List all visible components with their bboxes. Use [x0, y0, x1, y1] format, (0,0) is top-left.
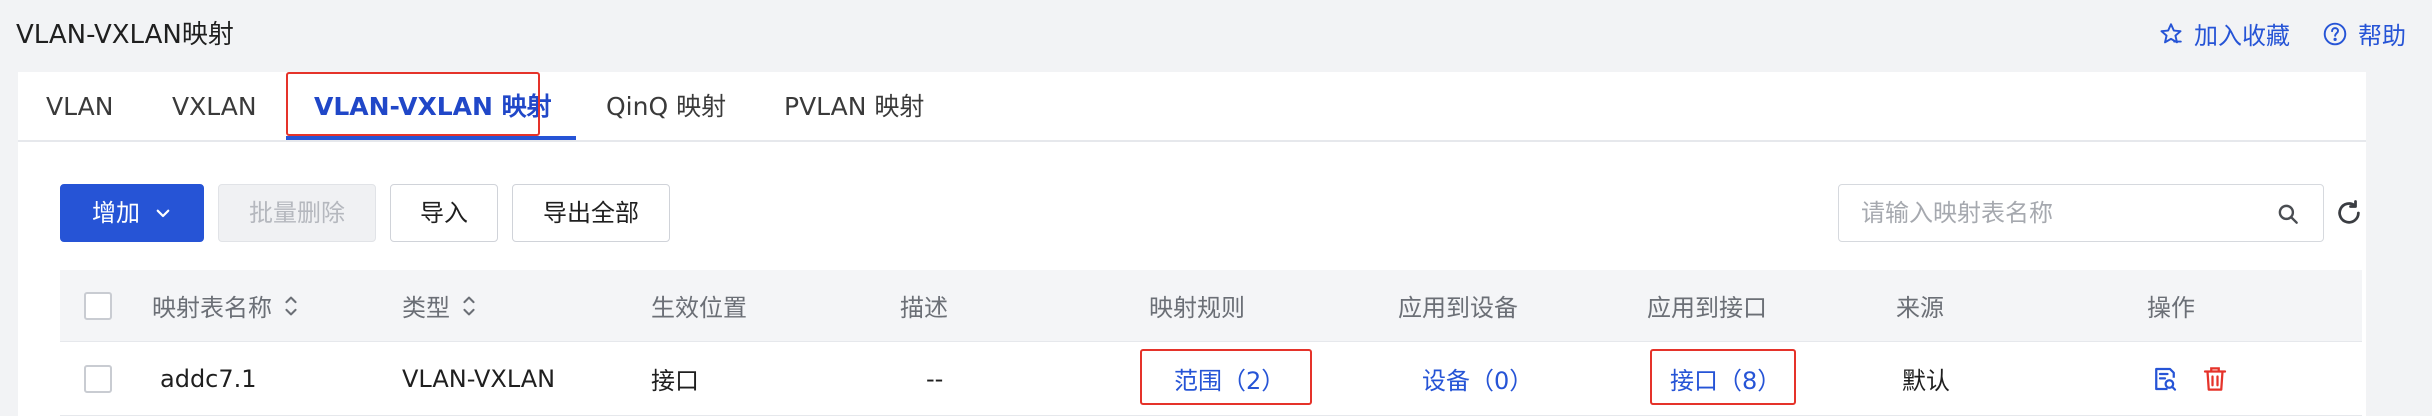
column-header-type-label: 类型 [402, 294, 450, 322]
tab-vlan[interactable]: VLAN [46, 72, 113, 142]
chevron-down-icon [156, 209, 170, 218]
column-header-devices: 应用到设备 [1398, 294, 1518, 322]
sort-icon[interactable] [282, 293, 300, 319]
row-rules-link[interactable]: 范围（2） [1174, 342, 1285, 415]
row-actions [2150, 342, 2230, 415]
page-header: VLAN-VXLAN映射 加入收藏 帮助 [0, 0, 2432, 68]
add-favorite-link[interactable]: 加入收藏 [2158, 16, 2290, 51]
row-name: addc7.1 [160, 364, 257, 393]
view-details-icon[interactable] [2150, 364, 2180, 394]
tab-vxlan[interactable]: VXLAN [172, 72, 257, 142]
row-devices-link[interactable]: 设备（0） [1422, 342, 1533, 415]
header-actions: 加入收藏 帮助 [2158, 16, 2406, 51]
refresh-icon[interactable] [2334, 198, 2364, 228]
content-card: VLAN VXLAN VLAN-VXLAN 映射 QinQ 映射 PVLAN 映… [18, 72, 2366, 416]
column-header-name-label: 映射表名称 [152, 294, 272, 322]
row-location: 接口 [651, 367, 699, 395]
column-header-rules: 映射规则 [1149, 294, 1245, 322]
select-all-cell [84, 270, 112, 341]
add-favorite-label: 加入收藏 [2194, 22, 2290, 50]
search-input[interactable] [1839, 185, 2259, 241]
column-header-location: 生效位置 [651, 294, 747, 322]
column-header-name[interactable]: 映射表名称 [152, 270, 300, 341]
help-link[interactable]: 帮助 [2322, 16, 2406, 51]
batch-delete-button[interactable]: 批量删除 [218, 184, 376, 242]
column-header-actions: 操作 [2147, 294, 2195, 322]
row-source: 默认 [1902, 367, 1950, 395]
toolbar: 增加 批量删除 导入 导出全部 [18, 184, 2366, 242]
tab-pvlan-mapping[interactable]: PVLAN 映射 [784, 72, 924, 142]
column-header-type[interactable]: 类型 [402, 270, 478, 341]
import-button[interactable]: 导入 [390, 184, 498, 242]
star-icon [2160, 22, 2182, 43]
row-checkbox[interactable] [84, 364, 112, 393]
tab-qinq-mapping[interactable]: QinQ 映射 [606, 72, 726, 142]
add-button[interactable]: 增加 [60, 184, 204, 242]
column-header-source: 来源 [1896, 294, 1944, 322]
table-row: addc7.1 VLAN-VXLAN 接口 -- 范围（2） 设备（0） 接口（… [60, 342, 2362, 416]
page-title: VLAN-VXLAN映射 [16, 20, 234, 50]
row-type: VLAN-VXLAN [402, 364, 556, 393]
select-all-checkbox[interactable] [84, 291, 112, 320]
tab-bar: VLAN VXLAN VLAN-VXLAN 映射 QinQ 映射 PVLAN 映… [18, 72, 2366, 142]
table-header: 映射表名称 类型 生效位置 描述 映射规则 应用到设备 应用到接口 来源 操作 [60, 270, 2362, 342]
active-tab-highlight-box [286, 72, 540, 136]
column-header-interfaces: 应用到接口 [1647, 294, 1767, 322]
search-icon[interactable] [2275, 201, 2301, 227]
active-tab-indicator [286, 136, 576, 140]
row-select-cell [84, 342, 112, 415]
help-icon [2323, 22, 2347, 45]
export-all-button[interactable]: 导出全部 [512, 184, 670, 242]
sort-icon[interactable] [460, 293, 478, 319]
row-description: -- [926, 364, 944, 393]
column-header-description: 描述 [900, 294, 948, 322]
add-button-label: 增加 [92, 199, 140, 227]
row-interfaces-link[interactable]: 接口（8） [1670, 342, 1781, 415]
search-box [1838, 184, 2324, 242]
help-label: 帮助 [2358, 22, 2406, 50]
delete-icon[interactable] [2200, 364, 2230, 394]
